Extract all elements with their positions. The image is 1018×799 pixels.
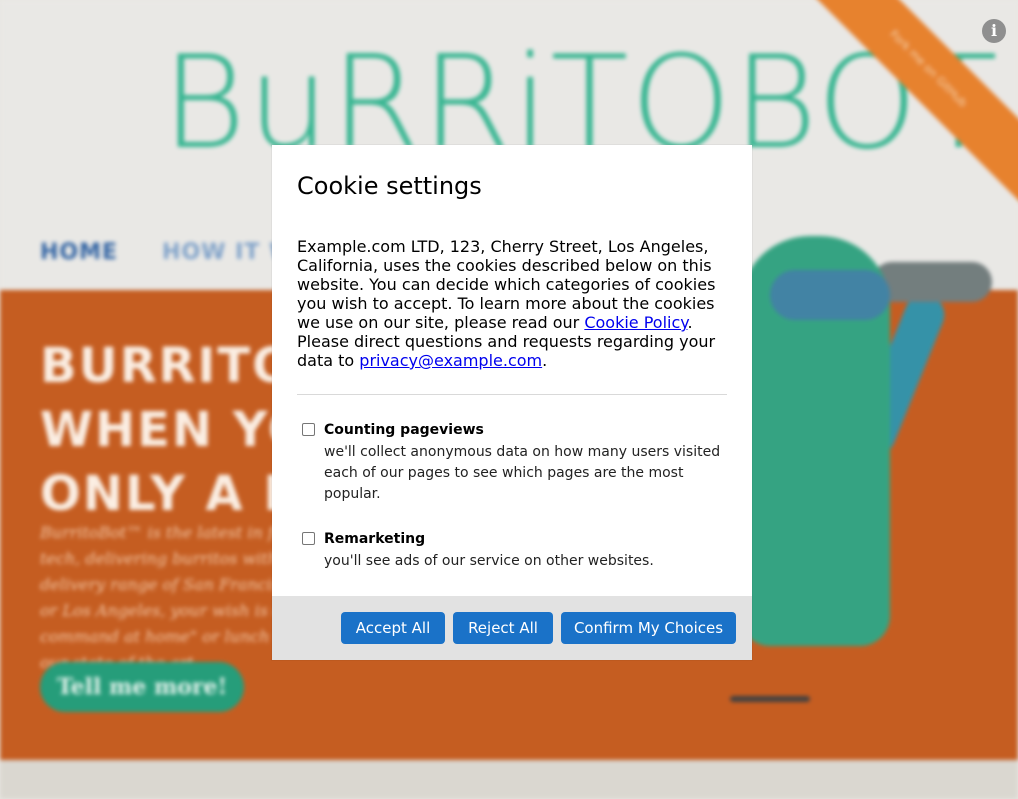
accept-all-button[interactable]: Accept All <box>341 612 445 644</box>
remarketing-checkbox[interactable] <box>302 532 315 545</box>
option-description: we'll collect anonymous data on how many… <box>324 444 721 502</box>
dialog-footer: Accept All Reject All Confirm My Choices <box>272 596 752 660</box>
dialog-title: Cookie settings <box>297 172 482 200</box>
reject-all-button[interactable]: Reject All <box>453 612 553 644</box>
confirm-choices-button[interactable]: Confirm My Choices <box>561 612 736 644</box>
intro-text-end: . <box>542 351 548 370</box>
dialog-intro: Example.com LTD, 123, Cherry Street, Los… <box>297 237 729 370</box>
privacy-email-link[interactable]: privacy@example.com <box>359 351 542 370</box>
cookie-settings-dialog: Cookie settings Example.com LTD, 123, Ch… <box>272 145 752 660</box>
pageviews-checkbox[interactable] <box>302 423 315 436</box>
option-description: you'll see ads of our service on other w… <box>324 553 654 569</box>
cookie-policy-link[interactable]: Cookie Policy <box>584 313 687 332</box>
option-title: Counting pageviews <box>324 422 484 438</box>
option-title: Remarketing <box>324 531 426 547</box>
divider <box>297 394 727 395</box>
